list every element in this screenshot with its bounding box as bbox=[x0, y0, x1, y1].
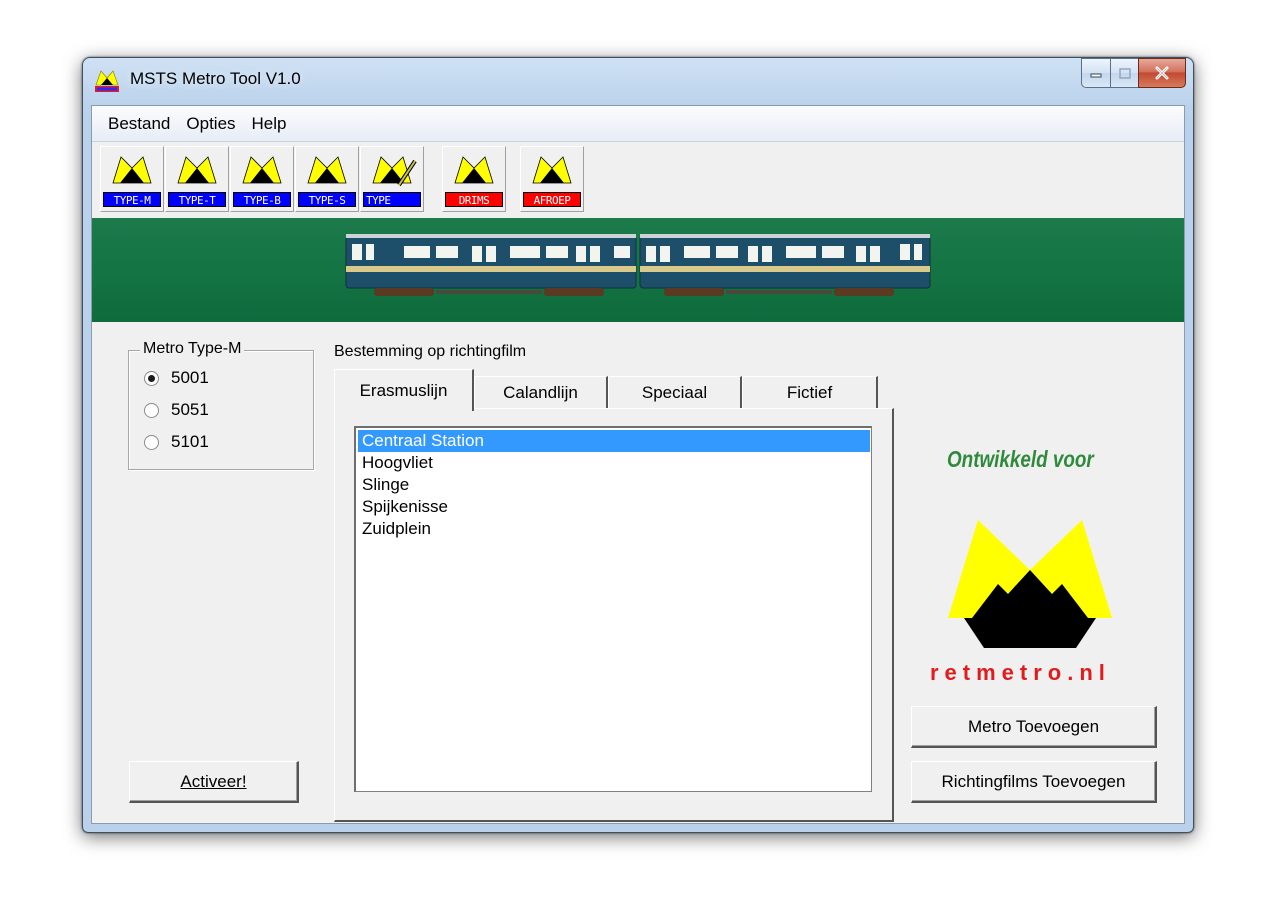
metro-logo-icon bbox=[242, 156, 282, 184]
activate-button[interactable]: Activeer! bbox=[129, 761, 299, 803]
toolbar-button-afroep[interactable]: AFROEP bbox=[520, 146, 584, 212]
add-films-label: Richtingfilms Toevoegen bbox=[941, 771, 1126, 791]
train-banner bbox=[92, 218, 1184, 322]
metro-logo-icon bbox=[177, 156, 217, 184]
app-window: MSTS Metro Tool V1.0 Bestand Opties Help bbox=[82, 57, 1194, 833]
tab-speciaal[interactable]: Speciaal bbox=[608, 376, 742, 408]
radio-button[interactable] bbox=[144, 434, 159, 450]
radio-button[interactable] bbox=[144, 402, 159, 418]
toolbar-label: TYPE-S bbox=[298, 192, 356, 207]
radio-label: 5101 bbox=[171, 432, 209, 451]
maximize-button[interactable] bbox=[1110, 58, 1138, 88]
list-item[interactable]: Slinge bbox=[358, 474, 869, 496]
radio-5051[interactable]: 5051 bbox=[144, 400, 209, 420]
add-metro-button[interactable]: Metro Toevoegen bbox=[911, 706, 1157, 748]
destination-list[interactable]: Centraal Station Hoogvliet Slinge Spijke… bbox=[354, 426, 872, 792]
close-button[interactable] bbox=[1138, 58, 1186, 88]
toolbar-label: DRIMS bbox=[445, 192, 503, 207]
list-item[interactable]: Spijkenisse bbox=[358, 496, 869, 518]
title-bar[interactable]: MSTS Metro Tool V1.0 bbox=[83, 58, 1193, 104]
toolbar-button-type-b[interactable]: TYPE-B bbox=[230, 146, 294, 212]
toolbar-button-type-t[interactable]: TYPE-T bbox=[165, 146, 229, 212]
menu-bar: Bestand Opties Help bbox=[92, 106, 1184, 142]
minimize-button[interactable] bbox=[1081, 58, 1110, 88]
list-item[interactable]: Centraal Station bbox=[358, 430, 870, 452]
add-films-button[interactable]: Richtingfilms Toevoegen bbox=[911, 761, 1157, 803]
list-item[interactable]: Zuidplein bbox=[358, 518, 869, 540]
tab-calandlijn[interactable]: Calandlijn bbox=[474, 376, 608, 408]
metro-logo-icon bbox=[532, 156, 572, 184]
list-item[interactable]: Hoogvliet bbox=[358, 452, 869, 474]
metro-train-image bbox=[345, 234, 931, 296]
maximize-icon bbox=[1118, 67, 1131, 79]
radio-label: 5051 bbox=[171, 400, 209, 419]
client-area: Bestand Opties Help TYPE-M TYPE-T TYPE-B… bbox=[91, 105, 1185, 824]
tab-fictief[interactable]: Fictief bbox=[742, 376, 878, 408]
metro-logo-icon bbox=[454, 156, 494, 184]
radio-5101[interactable]: 5101 bbox=[144, 432, 209, 452]
menu-bestand[interactable]: Bestand bbox=[100, 114, 178, 134]
radio-5001[interactable]: 5001 bbox=[144, 368, 209, 388]
toolbar-label: TYPE-B bbox=[233, 192, 291, 207]
retmetro-logo bbox=[948, 520, 1112, 648]
tabs-caption: Bestemming op richtingfilm bbox=[334, 343, 527, 360]
close-icon bbox=[1155, 66, 1169, 80]
toolbar-button-drims[interactable]: DRIMS bbox=[442, 146, 506, 212]
metro-logo-icon bbox=[307, 156, 347, 184]
logo-text: retmetro.nl bbox=[930, 660, 1111, 685]
metro-edit-icon bbox=[372, 156, 417, 187]
activate-label: Activeer! bbox=[180, 771, 247, 791]
toolbar-label: TYPE-M bbox=[103, 192, 161, 207]
toolbar-label: TYPE bbox=[363, 192, 421, 207]
caption-buttons bbox=[1081, 58, 1186, 90]
toolbar-label: TYPE-T bbox=[168, 192, 226, 207]
add-metro-label: Metro Toevoegen bbox=[967, 716, 1100, 736]
developed-for-text: Ontwikkeld voor bbox=[947, 446, 1094, 472]
radio-button[interactable] bbox=[144, 370, 159, 386]
metro-logo-icon bbox=[112, 156, 152, 184]
toolbar-button-type-m[interactable]: TYPE-M bbox=[100, 146, 164, 212]
tab-erasmuslijn[interactable]: Erasmuslijn bbox=[334, 369, 474, 411]
toolbar-button-type-edit[interactable]: TYPE bbox=[360, 146, 424, 212]
group-legend: Metro Type-M bbox=[140, 340, 245, 358]
menu-help[interactable]: Help bbox=[244, 114, 295, 134]
metro-logo-icon bbox=[95, 70, 119, 92]
radio-label: 5001 bbox=[171, 368, 209, 387]
window-title: MSTS Metro Tool V1.0 bbox=[130, 69, 301, 88]
toolbar-button-type-s[interactable]: TYPE-S bbox=[295, 146, 359, 212]
minimize-icon bbox=[1090, 73, 1102, 78]
menu-opties[interactable]: Opties bbox=[178, 114, 243, 134]
toolbar-label: AFROEP bbox=[523, 192, 581, 207]
toolbar: TYPE-M TYPE-T TYPE-B TYPE-S TYPE DRIMS A… bbox=[92, 143, 1184, 218]
